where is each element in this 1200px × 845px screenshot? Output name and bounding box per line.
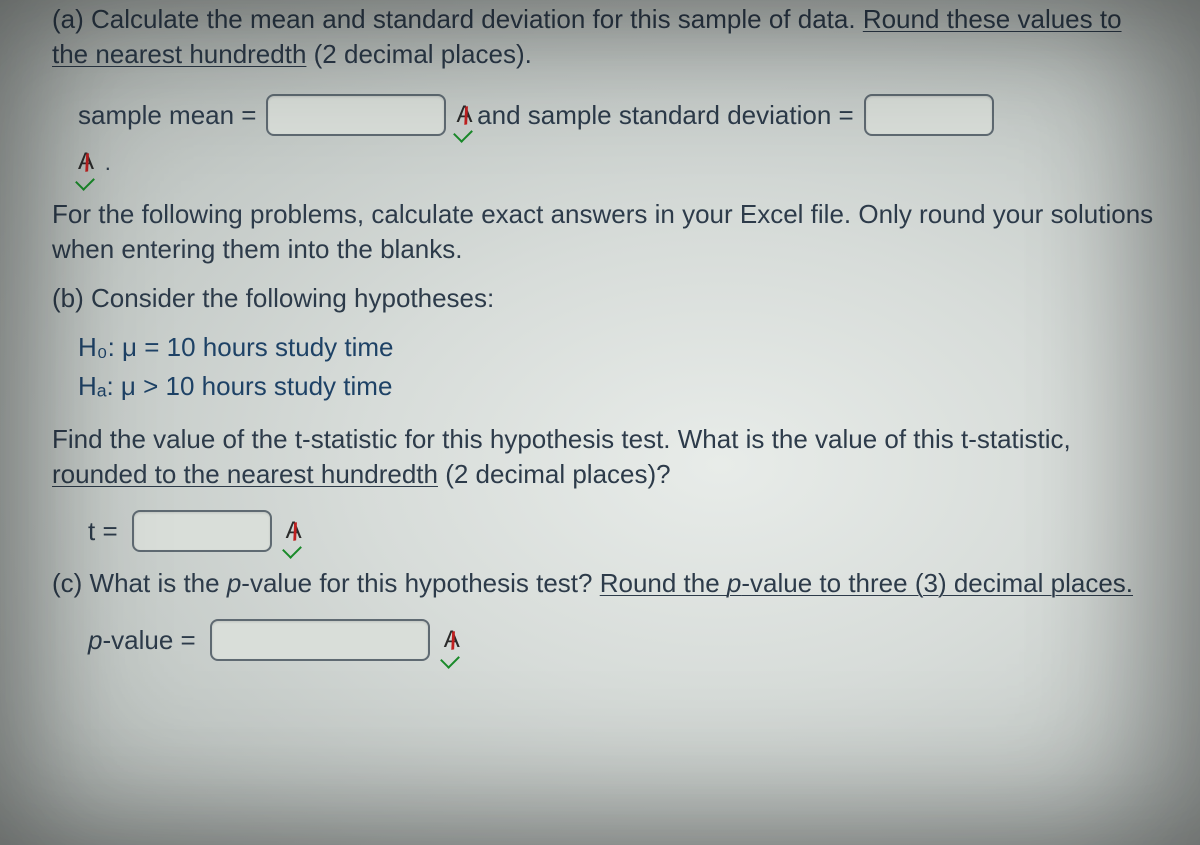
part-c-prompt: (c) What is the p-value for this hypothe… <box>52 566 1160 601</box>
sample-mean-label: sample mean = <box>78 98 256 133</box>
part-c-mid: -value for this hypothesis test? <box>241 568 599 598</box>
period: . <box>105 148 111 178</box>
null-hypothesis: H₀: μ = 10 hours study time <box>78 330 1160 365</box>
part-a-inputs-row: sample mean = A/ and sample standard dev… <box>78 94 1160 136</box>
t-statistic-row: t = A/ <box>88 510 1160 552</box>
spellcheck-icon[interactable]: A/ <box>78 146 89 178</box>
sample-sd-input[interactable] <box>864 94 994 136</box>
p-value-label: p-value = <box>88 623 196 658</box>
part-c-underlined: Round the p-value to three (3) decimal p… <box>600 568 1133 598</box>
sample-mean-input[interactable] <box>266 94 446 136</box>
p-italic: p <box>227 568 241 598</box>
part-b-find: Find the value of the t-statistic for th… <box>52 422 1160 492</box>
alt-hypothesis: Hₐ: μ > 10 hours study time <box>78 369 1160 404</box>
part-c-prefix: (c) What is the <box>52 568 227 598</box>
t-label: t = <box>88 514 118 549</box>
p-value-input[interactable] <box>210 619 430 661</box>
part-b-find-prefix: Find the value of the t-statistic for th… <box>52 424 1071 454</box>
rounding-instructions: For the following problems, calculate ex… <box>52 197 1160 267</box>
spellcheck-icon[interactable]: A/ <box>286 515 297 547</box>
question-content: (a) Calculate the mean and standard devi… <box>52 2 1160 661</box>
part-b-intro: (b) Consider the following hypotheses: <box>52 281 1160 316</box>
sample-sd-label: and sample standard deviation = <box>477 98 854 133</box>
part-b-find-suffix: (2 decimal places)? <box>438 459 671 489</box>
part-a-trailing-row: A/ . <box>78 146 1160 178</box>
part-a-suffix: (2 decimal places). <box>306 39 531 69</box>
spellcheck-icon[interactable]: A/ <box>444 624 455 656</box>
part-a-prompt: (a) Calculate the mean and standard devi… <box>52 2 1160 72</box>
part-b-find-underlined: rounded to the nearest hundredth <box>52 459 438 489</box>
p-value-row: p-value = A/ <box>88 619 1160 661</box>
part-a-prefix: (a) Calculate the mean and standard devi… <box>52 4 863 34</box>
spellcheck-icon[interactable]: A/ <box>456 99 467 131</box>
t-statistic-input[interactable] <box>132 510 272 552</box>
